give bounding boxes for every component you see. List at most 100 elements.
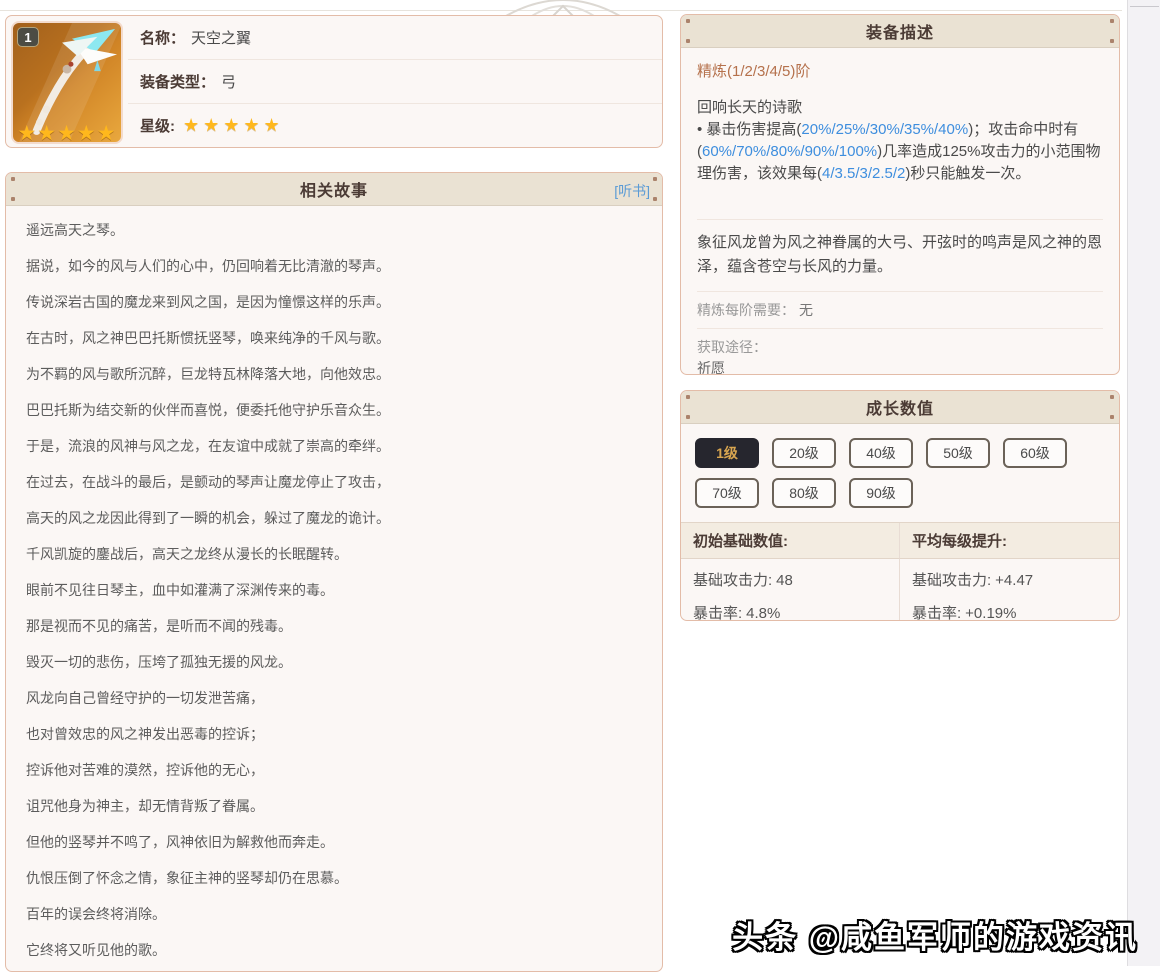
- name-value: 天空之翼: [191, 27, 251, 48]
- avg-atk-label: 基础攻击力:: [912, 572, 991, 589]
- growth-panel-header: 成长数值: [681, 391, 1119, 424]
- base-stats-header: 初始基础数值:: [681, 523, 900, 559]
- skill-text: )秒只能触发一次。: [905, 165, 1030, 182]
- refine-rank-badge: 1: [17, 27, 39, 47]
- story-paragraph: 高天的风之龙因此得到了一瞬的机会，躲过了魔龙的诡计。: [26, 510, 642, 526]
- growth-panel-title: 成长数值: [866, 395, 934, 419]
- story-paragraph: 为不羁的风与歌所沉醉，巨龙特瓦林降落大地，向他效忠。: [26, 366, 642, 382]
- level-tab-50[interactable]: 50级: [926, 438, 990, 468]
- level-tabs: 1级 20级 40级 50级 60级 70级 80级 90级: [681, 424, 1119, 522]
- level-tab-70[interactable]: 70级: [695, 478, 759, 508]
- corner-pin-icon: [1110, 39, 1114, 43]
- story-paragraph: 据说，如今的风与人们的心中，仍回响着无比清澈的琴声。: [26, 258, 642, 274]
- story-paragraph: 巴巴托斯为结交新的伙伴而喜悦，便委托他守护乐音众生。: [26, 402, 642, 418]
- story-paragraph: 那是视而不见的痛苦，是听而不闻的残毒。: [26, 618, 642, 634]
- story-panel-header: 相关故事 [听书]: [6, 173, 662, 206]
- corner-pin-icon: [653, 197, 657, 201]
- skill-values: 4/3.5/3/2.5/2: [822, 165, 905, 182]
- base-atk-label: 基础攻击力:: [693, 572, 772, 589]
- star-rating: ★★★★★: [183, 115, 284, 136]
- story-paragraph: 百年的误会终将消除。: [26, 906, 642, 922]
- story-paragraph: 眼前不见往日琴主，血中如灌满了深渊传来的毒。: [26, 582, 642, 598]
- base-atk-line: 基础攻击力:48: [693, 569, 887, 590]
- base-crit-line: 暴击率:4.8%: [693, 602, 887, 621]
- avg-crit-value: +0.19%: [965, 605, 1016, 621]
- avg-crit-label: 暴击率:: [912, 605, 961, 621]
- stats-table: 初始基础数值: 平均每级提升: 基础攻击力:48 暴击率:4.8% 基础攻击力:…: [681, 522, 1119, 621]
- story-paragraph: 在过去，在战斗的最后，是颤动的琴声让魔龙停止了攻击，: [26, 474, 642, 490]
- wind-emblem-icon: [498, 0, 628, 16]
- icon-star-rating: ★★★★★: [13, 121, 121, 144]
- avg-stats-cell: 基础攻击力:+4.47 暴击率:+0.19%: [900, 559, 1119, 621]
- story-text: 遥远高天之琴。 据说，如今的风与人们的心中，仍回响着无比清澈的琴声。 传说深岩古…: [6, 206, 662, 958]
- level-tab-1[interactable]: 1级: [695, 438, 759, 468]
- story-paragraph: 千风凯旋的鏖战后，高天之龙终从漫长的长眠醒转。: [26, 546, 642, 562]
- skill-values: 20%/25%/30%/35%/40%: [801, 121, 968, 138]
- corner-pin-icon: [11, 177, 15, 181]
- listen-audio-link[interactable]: [听书]: [614, 181, 650, 201]
- avg-atk-line: 基础攻击力:+4.47: [912, 569, 1107, 590]
- source-block: 获取途径： 祈愿: [697, 329, 1103, 375]
- equipment-description-panel: 装备描述 精炼(1/2/3/4/5)阶 回响长天的诗歌 • 暴击伤害提高(20%…: [680, 14, 1120, 375]
- scrollbar-top[interactable]: [1130, 6, 1159, 7]
- source-label: 获取途径：: [697, 337, 1103, 358]
- weapon-info-rows: 名称： 天空之翼 装备类型： 弓 星级: ★★★★★: [128, 16, 662, 147]
- level-tab-20[interactable]: 20级: [772, 438, 836, 468]
- passive-skill-description: • 暴击伤害提高(20%/25%/30%/35%/40%)；攻击命中时有(60%…: [697, 119, 1103, 185]
- passive-skill-name: 回响长天的诗歌: [697, 97, 1103, 119]
- corner-pin-icon: [1110, 415, 1114, 419]
- skill-text: • 暴击伤害提高(: [697, 121, 801, 138]
- story-paragraph: 遥远高天之琴。: [26, 222, 642, 238]
- corner-pin-icon: [686, 39, 690, 43]
- weapon-star-row: 星级: ★★★★★: [128, 104, 662, 147]
- growth-values-panel: 成长数值 1级 20级 40级 50级 60级 70级 80级 90级 初始基础…: [680, 390, 1120, 621]
- base-crit-label: 暴击率:: [693, 605, 742, 621]
- refinement-ranks-line: 精炼(1/2/3/4/5)阶: [697, 60, 1103, 81]
- story-paragraph: 传说深岩古国的魔龙来到风之国，是因为憧憬这样的乐声。: [26, 294, 642, 310]
- avg-stats-header: 平均每级提升:: [900, 523, 1119, 559]
- weapon-type-row: 装备类型： 弓: [128, 60, 662, 104]
- weapon-summary-card: 1 ★★★★★ 名称： 天空之翼 装备类型： 弓 星级: ★★★★★: [5, 15, 663, 148]
- refine-requirement-line: 精炼每阶需要：无: [697, 292, 1103, 328]
- story-paragraph: 它终将又听见他的歌。: [26, 942, 642, 958]
- level-tab-60[interactable]: 60级: [1003, 438, 1067, 468]
- weapon-lore: 象征风龙曾为风之神眷属的大弓、开弦时的鸣声是风之神的恩泽，蕴含苍空与长风的力量。: [697, 220, 1103, 291]
- avg-crit-line: 暴击率:+0.19%: [912, 602, 1107, 621]
- type-label: 装备类型：: [140, 71, 215, 92]
- corner-pin-icon: [686, 415, 690, 419]
- corner-pin-icon: [686, 19, 690, 23]
- star-label: 星级:: [140, 115, 175, 136]
- story-paragraph: 于是，流浪的风神与风之龙，在友谊中成就了崇高的牵绊。: [26, 438, 642, 454]
- story-paragraph: 控诉他对苦难的漠然，控诉他的无心，: [26, 762, 642, 778]
- base-crit-value: 4.8%: [746, 605, 780, 621]
- weapon-icon-card: 1 ★★★★★: [11, 21, 123, 144]
- level-tab-80[interactable]: 80级: [772, 478, 836, 508]
- refine-requirement-value: 无: [799, 302, 813, 318]
- toutiao-watermark: 头条 @咸鱼军师的游戏资讯: [732, 912, 1138, 957]
- avg-atk-value: +4.47: [995, 572, 1033, 589]
- page-right-gutter: [1127, 0, 1160, 966]
- story-panel-title: 相关故事: [300, 177, 368, 201]
- corner-pin-icon: [11, 197, 15, 201]
- description-body: 精炼(1/2/3/4/5)阶 回响长天的诗歌 • 暴击伤害提高(20%/25%/…: [681, 48, 1119, 375]
- level-tab-40[interactable]: 40级: [849, 438, 913, 468]
- corner-pin-icon: [653, 177, 657, 181]
- story-paragraph: 也对曾效忠的风之神发出恶毒的控诉；: [26, 726, 642, 742]
- story-panel: 相关故事 [听书] 遥远高天之琴。 据说，如今的风与人们的心中，仍回响着无比清澈…: [5, 172, 663, 972]
- corner-pin-icon: [1110, 395, 1114, 399]
- refine-requirement-label: 精炼每阶需要：: [697, 302, 795, 318]
- source-value: 祈愿: [697, 358, 1103, 375]
- level-tab-90[interactable]: 90级: [849, 478, 913, 508]
- story-paragraph: 但他的竖琴并不鸣了，风神依旧为解救他而奔走。: [26, 834, 642, 850]
- story-paragraph: 风龙向自己曾经守护的一切发泄苦痛，: [26, 690, 642, 706]
- story-paragraph: 诅咒他身为神主，却无情背叛了眷属。: [26, 798, 642, 814]
- base-atk-value: 48: [776, 572, 793, 589]
- story-paragraph: 仇恨压倒了怀念之情，象征主神的竖琴却仍在思慕。: [26, 870, 642, 886]
- weapon-name-row: 名称： 天空之翼: [128, 16, 662, 60]
- description-panel-title: 装备描述: [866, 19, 934, 43]
- corner-pin-icon: [1110, 19, 1114, 23]
- story-paragraph: 在古时，风之神巴巴托斯惯抚竖琴，唤来纯净的千风与歌。: [26, 330, 642, 346]
- skill-values: 60%/70%/80%/90%/100%: [702, 143, 877, 160]
- description-panel-header: 装备描述: [681, 15, 1119, 48]
- base-stats-cell: 基础攻击力:48 暴击率:4.8%: [681, 559, 900, 621]
